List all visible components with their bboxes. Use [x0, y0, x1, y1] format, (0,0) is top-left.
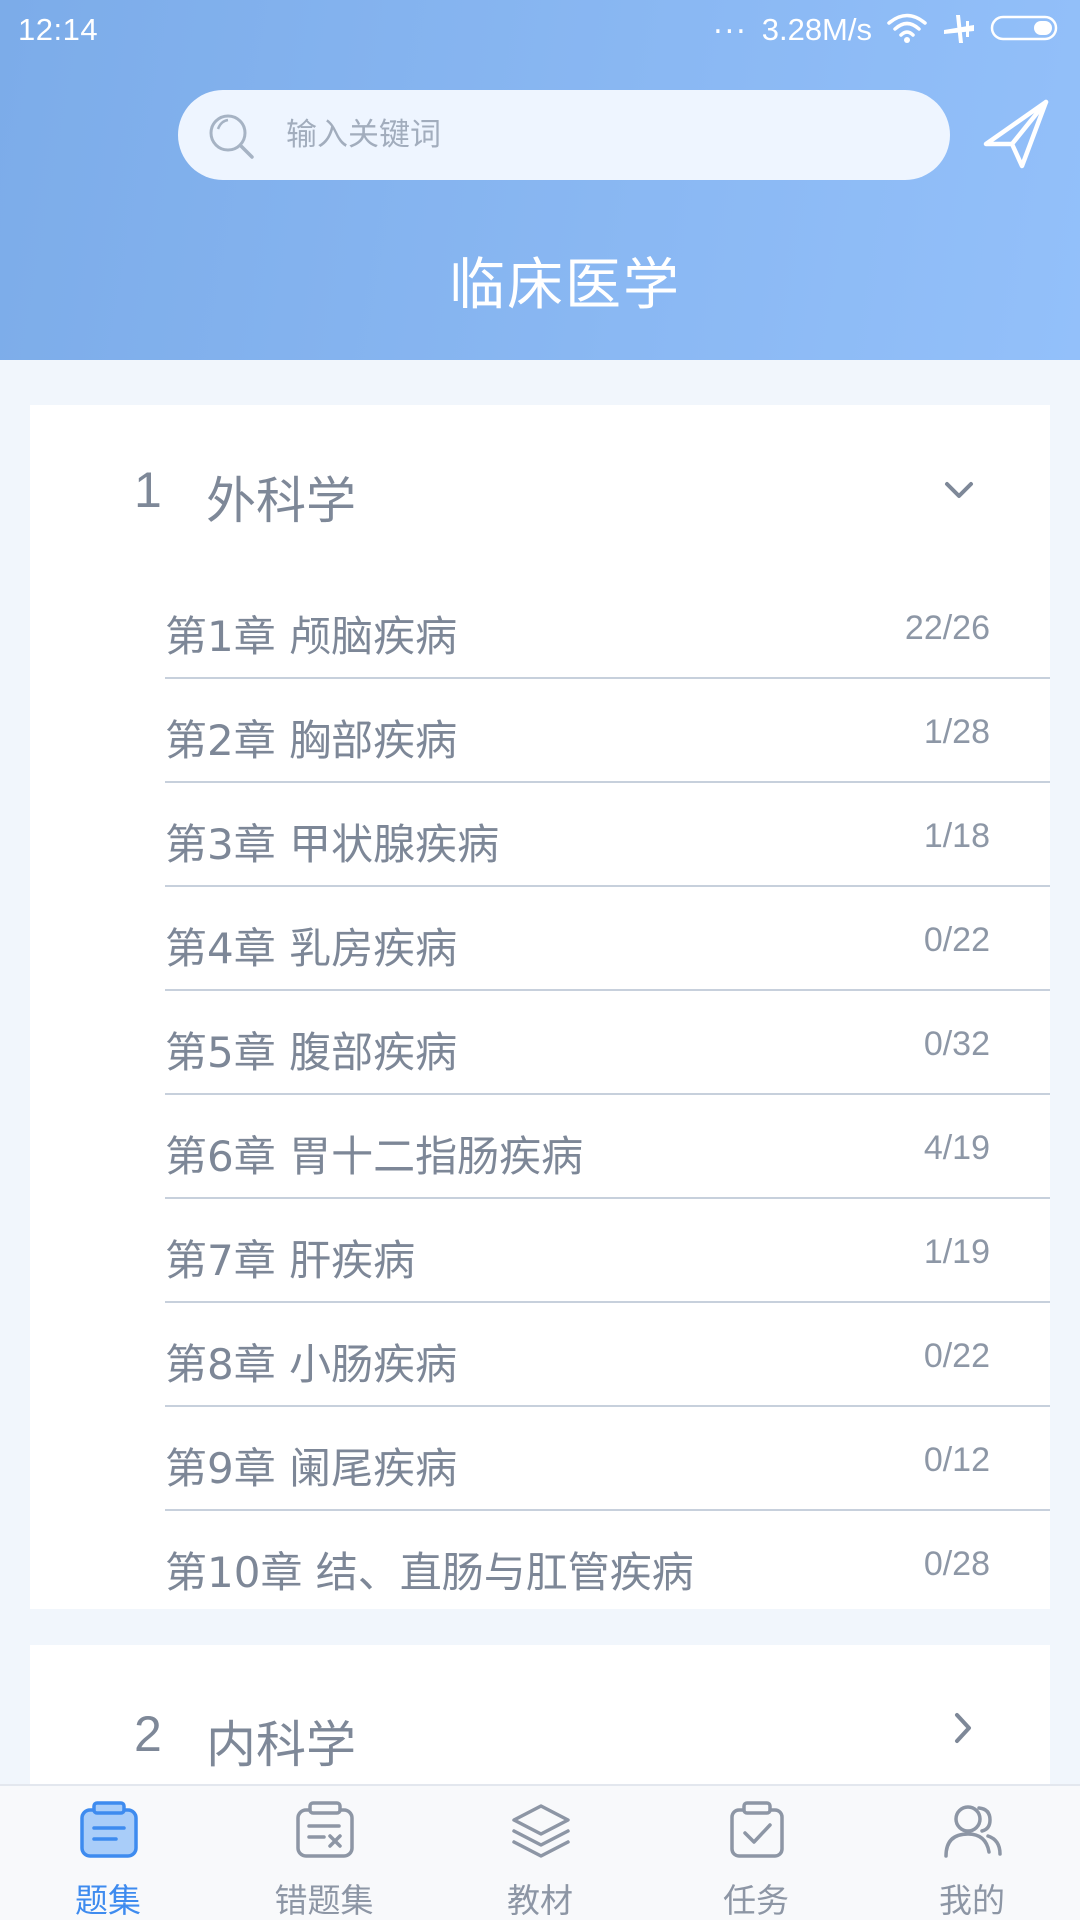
search-icon: [206, 111, 258, 167]
status-bar: 12:14 ... 3.28M/s: [0, 0, 1080, 62]
chapter-row[interactable]: 第4章 乳房疾病 0/22: [165, 887, 1050, 991]
network-speed: 3.28M/s: [761, 12, 872, 47]
tab-label: 教材: [507, 1881, 573, 1920]
page-title: 临床医学: [449, 253, 681, 318]
tab-label: 任务: [723, 1881, 789, 1920]
chapter-progress: 1/28: [923, 713, 990, 751]
tab-label: 我的: [939, 1881, 1005, 1920]
search-input[interactable]: [286, 90, 926, 180]
section-number: 2: [134, 1706, 162, 1762]
chapter-row[interactable]: 第2章 胸部疾病 1/28: [165, 679, 1050, 783]
chapter-progress: 22/26: [904, 609, 990, 647]
chapter-title: 第4章 乳房疾病: [165, 924, 458, 973]
chapter-title: 第3章 甲状腺疾病: [165, 820, 500, 869]
tab-textbook[interactable]: 教材: [432, 1786, 648, 1920]
status-indicators: ... 3.28M/s: [713, 6, 1062, 50]
chapter-progress: 0/12: [923, 1441, 990, 1479]
chapter-progress: 0/28: [923, 1545, 990, 1583]
chevron-right-icon[interactable]: [952, 1711, 974, 1749]
chapter-title: 第6章 胃十二指肠疾病: [165, 1132, 584, 1181]
tab-label: 题集: [75, 1881, 141, 1920]
chapter-progress: 0/32: [923, 1025, 990, 1063]
chapter-row[interactable]: 第5章 腹部疾病 0/32: [165, 991, 1050, 1095]
tab-label: 错题集: [274, 1881, 374, 1920]
section-name: 外科学: [206, 472, 356, 530]
chapter-progress: 0/22: [923, 1337, 990, 1375]
chapter-title: 第7章 肝疾病: [165, 1236, 416, 1285]
chapter-row[interactable]: 第8章 小肠疾病 0/22: [165, 1303, 1050, 1407]
battery-icon: [990, 14, 1062, 46]
chapter-list: 第1章 颅脑疾病 22/26 第2章 胸部疾病 1/28 第3章 甲状腺疾病 1…: [165, 575, 1050, 1615]
section-header[interactable]: 1 外科学: [30, 405, 1050, 575]
send-button[interactable]: [982, 98, 1052, 170]
tab-wrong-questions[interactable]: 错题集: [216, 1786, 432, 1920]
chapter-row[interactable]: 第7章 肝疾病 1/19: [165, 1199, 1050, 1303]
tab-tasks[interactable]: 任务: [648, 1786, 864, 1920]
bottom-tab-bar: 题集 错题集 教材 任务 我的: [0, 1784, 1080, 1920]
user-group-icon: [942, 1800, 1004, 1866]
chapter-row[interactable]: 第6章 胃十二指肠疾病 4/19: [165, 1095, 1050, 1199]
question-set-icon: [78, 1800, 140, 1866]
section-number: 1: [134, 462, 162, 518]
chapter-progress: 4/19: [923, 1129, 990, 1167]
wrong-questions-icon: [294, 1800, 356, 1866]
layers-icon: [510, 1800, 572, 1866]
chapter-progress: 1/19: [923, 1233, 990, 1271]
chapter-title: 第5章 腹部疾病: [165, 1028, 458, 1077]
status-time: 12:14: [18, 12, 99, 47]
header: 12:14 ... 3.28M/s 输入关键词 临床医学: [0, 0, 1080, 360]
task-clipboard-icon: [726, 1800, 788, 1866]
section-name: 内科学: [206, 1716, 356, 1774]
airplane-mode-icon: [942, 11, 976, 49]
chapter-title: 第8章 小肠疾病: [165, 1340, 458, 1389]
paper-plane-icon: [983, 99, 1049, 169]
section-card-surgery: 1 外科学 第1章 颅脑疾病 22/26 第2章 胸部疾病 1/28 第3章 甲…: [30, 405, 1050, 1609]
chapter-row[interactable]: 第1章 颅脑疾病 22/26: [165, 575, 1050, 679]
chapter-title: 第9章 阑尾疾病: [165, 1444, 458, 1493]
chapter-title: 第1章 颅脑疾病: [165, 612, 458, 661]
status-dots: ...: [713, 6, 748, 41]
chapter-row[interactable]: 第3章 甲状腺疾病 1/18: [165, 783, 1050, 887]
chevron-down-icon[interactable]: [943, 479, 975, 505]
chapter-title: 第2章 胸部疾病: [165, 716, 458, 765]
chapter-progress: 0/22: [923, 921, 990, 959]
search-bar[interactable]: [178, 90, 950, 180]
wifi-icon: [886, 12, 928, 48]
tab-question-set[interactable]: 题集: [0, 1786, 216, 1920]
section-card-internal-medicine[interactable]: 2 内科学: [30, 1645, 1050, 1785]
chapter-progress: 1/18: [923, 817, 990, 855]
chapter-row[interactable]: 第10章 结、直肠与肛管疾病 0/28: [165, 1511, 1050, 1615]
tab-mine[interactable]: 我的: [864, 1786, 1080, 1920]
chapter-row[interactable]: 第9章 阑尾疾病 0/12: [165, 1407, 1050, 1511]
chapter-title: 第10章 结、直肠与肛管疾病: [165, 1548, 694, 1597]
